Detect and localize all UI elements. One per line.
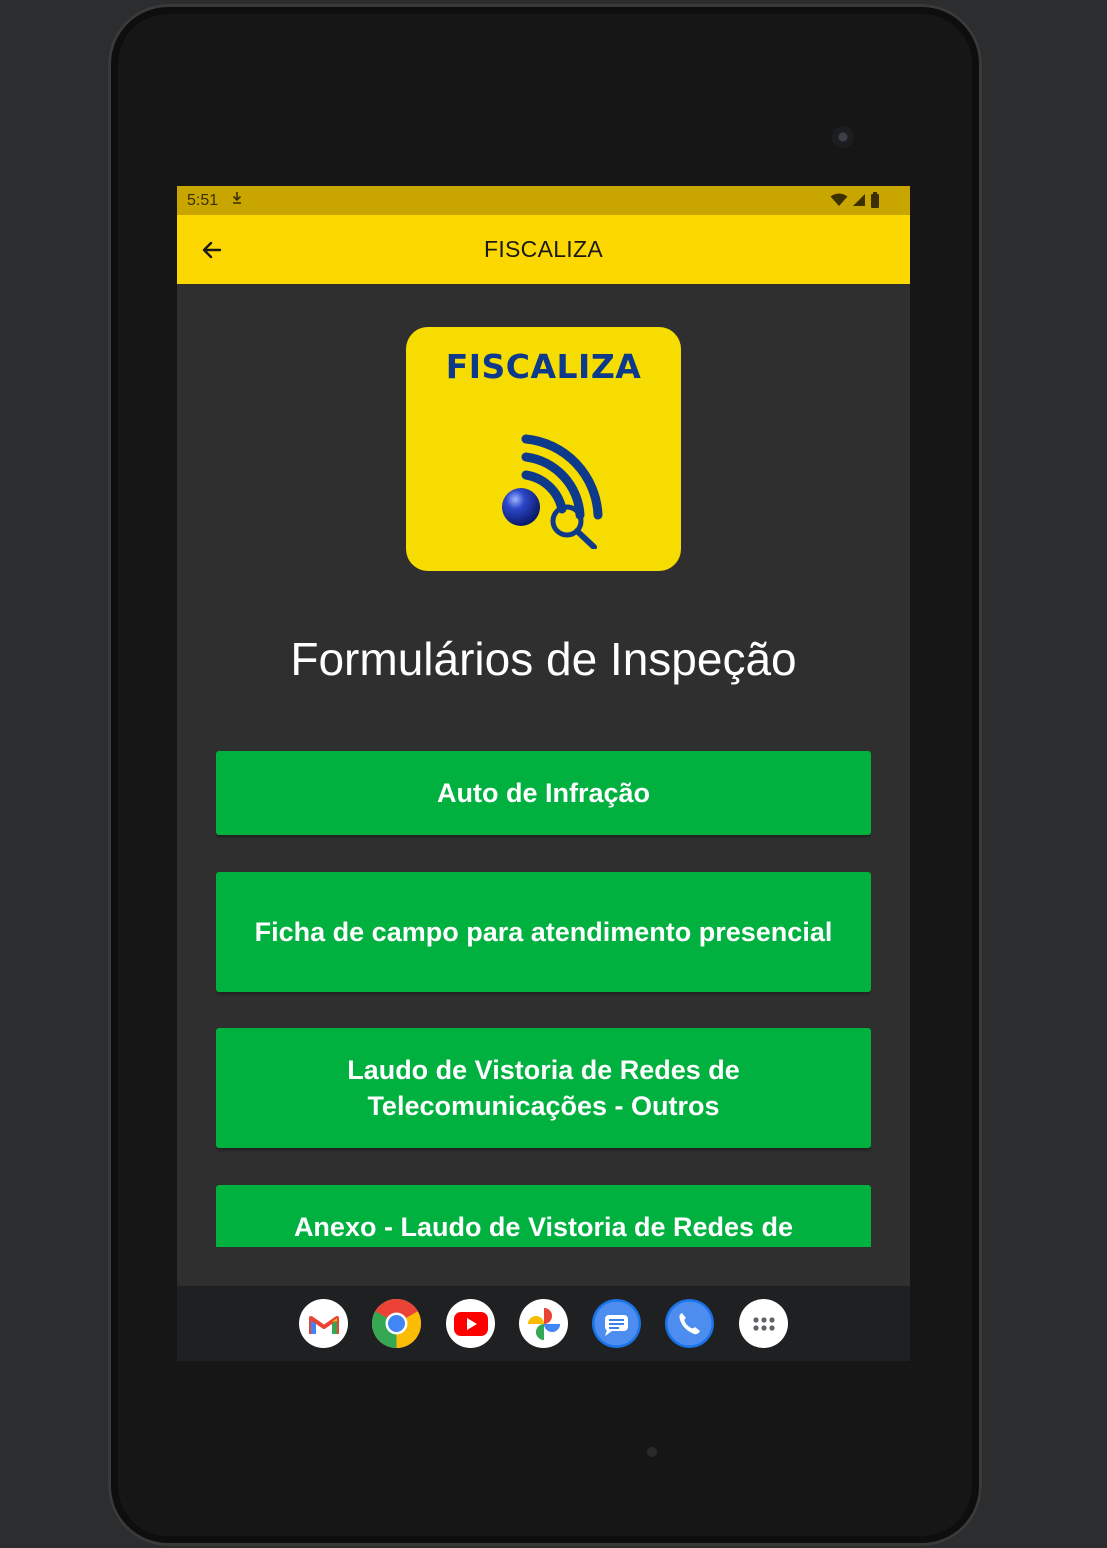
app-dock — [177, 1286, 910, 1361]
status-time: 5:51 — [187, 192, 219, 209]
app-drawer-icon[interactable] — [739, 1299, 788, 1348]
messages-icon[interactable] — [592, 1299, 641, 1348]
back-button[interactable] — [195, 233, 229, 267]
download-icon — [231, 191, 243, 208]
youtube-icon[interactable] — [446, 1299, 495, 1348]
form-button-laudo-vistoria[interactable]: Laudo de Vistoria de Redes de Telecomuni… — [216, 1028, 871, 1148]
app-bar: FISCALIZA — [177, 215, 910, 284]
status-icons — [830, 192, 880, 213]
form-button-auto-de-infracao[interactable]: Auto de Infração — [216, 751, 871, 835]
battery-icon — [870, 192, 880, 213]
logo-text: FISCALIZA — [445, 347, 642, 386]
wifi-icon — [830, 193, 848, 212]
signal-magnifier-icon — [502, 434, 603, 549]
app-title: FISCALIZA — [483, 236, 603, 262]
gmail-icon[interactable] — [299, 1299, 348, 1348]
form-button-anexo-laudo[interactable]: Anexo - Laudo de Vistoria de Redes de — [216, 1185, 871, 1247]
status-bar: 5:51 — [177, 186, 910, 215]
device-screen: 5:51 FISCALIZA FISCALIZA Formulários de … — [177, 186, 910, 1361]
form-list[interactable]: Auto de Infração Ficha de campo para ate… — [216, 751, 871, 1247]
page-title: Formulários de Inspeção — [290, 633, 797, 685]
fiscaliza-logo: FISCALIZA — [406, 327, 681, 571]
home-indicator — [647, 1447, 657, 1457]
photos-icon[interactable] — [519, 1299, 568, 1348]
front-camera — [832, 126, 854, 148]
phone-icon[interactable] — [665, 1299, 714, 1348]
main-content[interactable]: FISCALIZA Formulários de Inspeção Auto d… — [177, 284, 910, 1247]
chrome-icon[interactable] — [372, 1299, 421, 1348]
form-button-ficha-de-campo[interactable]: Ficha de campo para atendimento presenci… — [216, 872, 871, 992]
arrow-left-icon — [202, 241, 222, 259]
cellular-signal-icon — [852, 193, 866, 212]
